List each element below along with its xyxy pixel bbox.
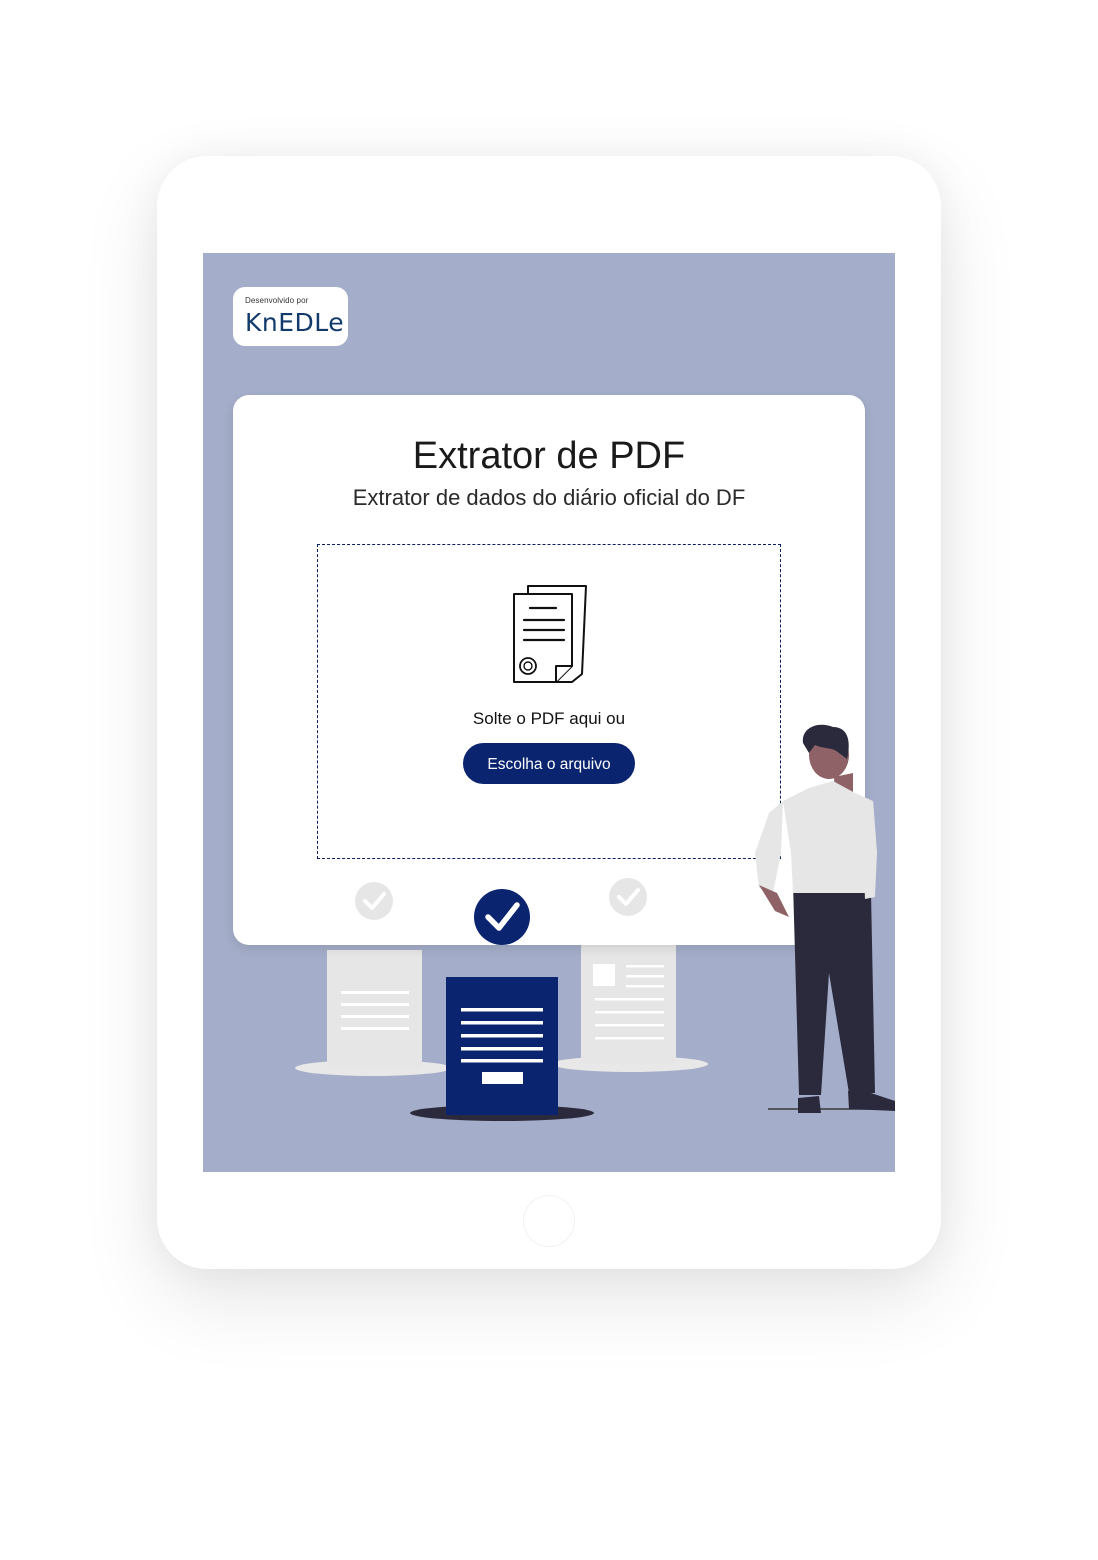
knedle-logo: KnEDLe — [245, 308, 345, 337]
developer-badge: Desenvolvido por KnEDLe — [233, 287, 348, 346]
home-button — [523, 1195, 575, 1247]
page-title: Extrator de PDF — [412, 435, 686, 477]
badge-caption: Desenvolvido por — [245, 296, 309, 305]
choose-file-button[interactable]: Escolha o arquivo — [463, 743, 635, 784]
app-screen: Desenvolvido por KnEDLe Extrator de PDF — [203, 253, 895, 1172]
page-subtitle: Extrator de dados do diário oficial do D… — [352, 485, 746, 510]
document-seal-icon — [513, 585, 587, 683]
upload-card: Extrator de PDF Extrator de dados do diá… — [233, 395, 865, 945]
dropzone-prompt: Solte o PDF aqui ou — [472, 709, 626, 728]
pdf-dropzone[interactable]: Solte o PDF aqui ou Escolha o arquivo — [317, 544, 781, 859]
